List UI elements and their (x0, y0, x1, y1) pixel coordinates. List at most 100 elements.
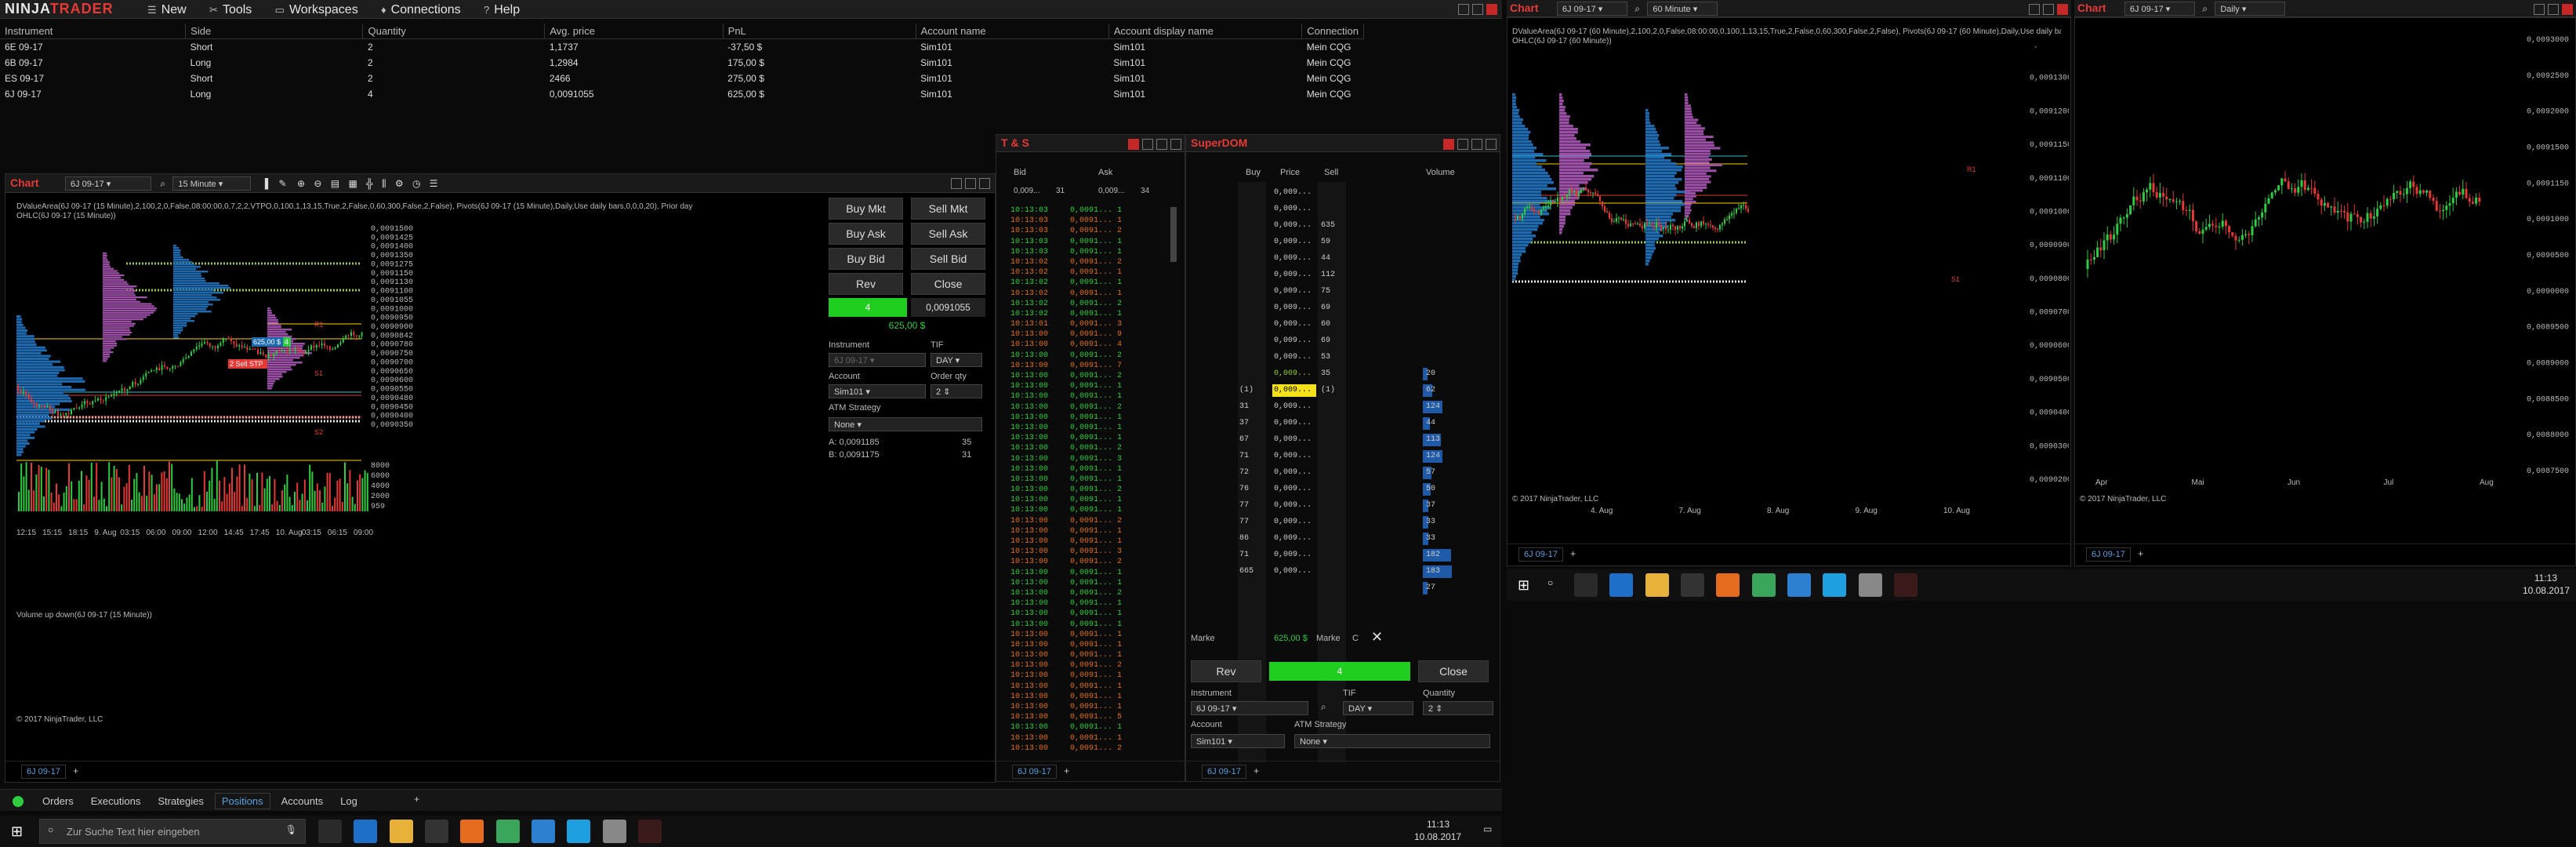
app-icon-1[interactable] (532, 820, 556, 843)
explorer-icon[interactable] (389, 820, 413, 843)
chrome-icon-2[interactable] (1751, 573, 1776, 597)
dom-row[interactable]: 0,009... 44 (1238, 251, 1497, 267)
sell-bid-button[interactable]: Sell Bid (911, 248, 985, 270)
account-select[interactable]: Sim101 ▾ (829, 384, 926, 398)
indicators-icon[interactable]: ⫼ (382, 178, 386, 189)
ts-tab[interactable]: 6J 09-17 (1012, 765, 1057, 779)
price-chart-60min[interactable]: 0,0091400 0,0091300 0,0091200 0,0091150 0,00… (1512, 46, 2069, 556)
dom-account-select[interactable]: Sim101 ▾ (1191, 734, 1285, 748)
menu-tools[interactable]: ✂ Tools (209, 2, 252, 19)
chart-mid-search-icon[interactable]: ⌕ (1634, 3, 1640, 14)
add-tab-icon[interactable]: + (414, 794, 419, 805)
col-account-name[interactable]: Account name (916, 24, 1109, 39)
dom-row[interactable]: 0,009... 69 (1238, 300, 1497, 317)
dom-row[interactable]: 0,009... 635 (1238, 218, 1497, 234)
col-instrument[interactable]: Instrument (0, 24, 187, 39)
skype-icon-2[interactable] (1823, 573, 1847, 597)
ts-scrollbar[interactable] (1170, 207, 1177, 262)
menu-help[interactable]: ? Help (484, 2, 520, 19)
dom-row[interactable]: 0,009... 53 (1238, 350, 1497, 366)
buy-ask-button[interactable]: Buy Ask (829, 223, 903, 245)
dom-instrument-select[interactable]: 6J 09-17 ▾ (1191, 701, 1308, 715)
close-position-button[interactable]: Close (911, 273, 985, 295)
draw-icon[interactable]: ✎ (279, 178, 287, 189)
dom-maximize[interactable] (1471, 138, 1482, 150)
dom-row[interactable]: 0,009... 59 (1238, 234, 1497, 251)
chart-mid-add-tab[interactable]: + (1570, 548, 1576, 559)
chart-maximize[interactable] (965, 177, 976, 189)
chart-close[interactable] (979, 177, 990, 189)
tab-positions[interactable]: Positions (214, 793, 270, 809)
clock-icon[interactable]: ◷ (412, 178, 420, 189)
buy-bid-button[interactable]: Buy Bid (829, 248, 903, 270)
ts-minimize[interactable] (1142, 138, 1153, 150)
dom-close-button[interactable]: Close (1418, 660, 1489, 682)
zoom-out-icon[interactable]: ⊖ (314, 178, 321, 189)
chart-tab[interactable]: 6J 09-17 (21, 765, 66, 779)
chart-mid-close[interactable] (2057, 3, 2068, 15)
ts-pin[interactable] (1128, 138, 1139, 150)
dom-row[interactable]: 86 0,009... 33 (1238, 531, 1497, 547)
dom-row[interactable]: 37 0,009... 44 (1238, 416, 1497, 432)
tab-orders[interactable]: Orders (36, 794, 80, 809)
tab-executions[interactable]: Executions (85, 794, 147, 809)
chart-mid-interval[interactable]: 60 Minute ▾ (1647, 2, 1718, 16)
dom-quantity-input[interactable]: 2 ⇕ (1423, 701, 1493, 715)
list-icon[interactable]: ☰ (430, 178, 438, 189)
data-box-icon[interactable]: ▦ (348, 178, 357, 189)
chart-right-minimize[interactable] (2534, 3, 2545, 15)
instrument-select[interactable]: 6J 09-17 ▾ (829, 353, 926, 367)
ts-maximize[interactable] (1156, 138, 1167, 150)
app-icon-3[interactable] (1787, 573, 1812, 597)
dom-add-tab-icon[interactable]: + (1254, 765, 1259, 776)
order-qty-input[interactable]: 2 ⇕ (931, 384, 982, 398)
menu-new[interactable]: ☰ New (147, 2, 187, 19)
dom-tab[interactable]: 6J 09-17 (1202, 765, 1246, 779)
close-button[interactable] (1486, 3, 1497, 15)
atm-select[interactable]: None ▾ (829, 417, 982, 431)
dom-pin[interactable] (1443, 138, 1454, 150)
col-account-display-name[interactable]: Account display name (1108, 24, 1303, 39)
dom-atm-select[interactable]: None ▾ (1294, 734, 1490, 748)
store-icon-2[interactable] (1681, 573, 1705, 597)
table-row[interactable]: 6B 09-17 Long 2 1,2984 175,00 $ Sim101 Sim101 M… (0, 55, 1364, 71)
zoom-in-icon[interactable]: ⊕ (297, 178, 305, 189)
explorer-icon-2[interactable] (1645, 573, 1669, 597)
dom-row[interactable]: 0,009... 35 20 (1238, 366, 1497, 383)
buy-mkt-button[interactable]: Buy Mkt (829, 198, 903, 220)
tab-strategies[interactable]: Strategies (151, 794, 210, 809)
chart-minimize[interactable] (951, 177, 962, 189)
properties-icon[interactable]: ▤ (331, 178, 339, 189)
dom-close[interactable] (1486, 138, 1497, 150)
sell-ask-button[interactable]: Sell Ask (911, 223, 985, 245)
dom-row[interactable]: 665 0,009... 183 (1238, 564, 1497, 580)
chart-right-add-tab[interactable]: + (2138, 548, 2143, 559)
table-row[interactable]: ES 09-17 Short 2 2466 275,00 $ Sim101 Sim101 Me… (0, 71, 1364, 86)
rev-button[interactable]: Rev (829, 273, 903, 295)
search-icon-secondary[interactable]: ○ (1547, 577, 1553, 588)
app-icon-4[interactable] (1858, 573, 1882, 597)
dom-tif-select[interactable]: DAY ▾ (1343, 701, 1413, 715)
taskbar-search[interactable]: ○ Zur Suche Text hier eingeben 🎙 (39, 819, 306, 844)
ts-add-tab-icon[interactable]: + (1064, 765, 1069, 776)
ts-close[interactable] (1170, 138, 1181, 150)
col-side[interactable]: Side (185, 24, 364, 39)
instrument-selector[interactable]: 6J 09-17 ▾ (64, 176, 151, 191)
dom-row[interactable]: 0,009... 112 (1238, 267, 1497, 284)
chart-right-tab[interactable]: 6J 09-17 (2086, 547, 2131, 562)
dom-row[interactable]: 67 0,009... 113 (1238, 432, 1497, 449)
dom-row[interactable]: 0,009... 60 (1238, 317, 1497, 333)
sell-mkt-button[interactable]: Sell Mkt (911, 198, 985, 220)
chart-right-search-icon[interactable]: ⌕ (2202, 3, 2208, 14)
chart-mid-maximize[interactable] (2043, 3, 2054, 15)
chrome-icon[interactable] (495, 820, 520, 843)
dom-row[interactable]: 71 0,009... 124 (1238, 449, 1497, 465)
bar-type-icon[interactable]: ▐ (262, 178, 269, 189)
tif-select[interactable]: DAY ▾ (931, 353, 982, 367)
dom-row[interactable]: 0,009... (1238, 185, 1497, 202)
firefox-icon[interactable] (460, 820, 484, 843)
col-pnl[interactable]: PnL (723, 24, 916, 39)
edge-icon-2[interactable] (1609, 573, 1634, 597)
dom-row[interactable]: 76 0,009... 50 (1238, 482, 1497, 498)
crosshair-icon[interactable]: ╬ (366, 178, 373, 189)
